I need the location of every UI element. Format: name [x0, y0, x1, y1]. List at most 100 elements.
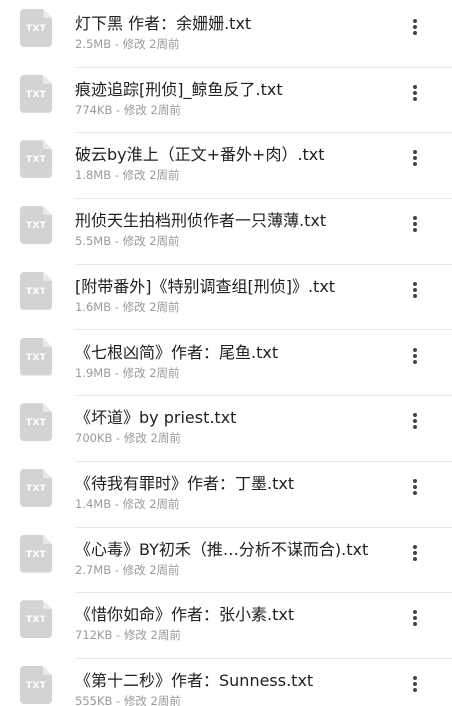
file-name: 痕迹追踪[刑侦]_鲸鱼反了.txt — [75, 79, 283, 99]
file-modified: 修改 2周前 — [122, 234, 180, 249]
file-row[interactable]: TXT 《坏道》by priest.txt 700KB - 修改 2周前 — [0, 396, 452, 462]
dot — [413, 413, 417, 418]
file-type-label: TXT — [25, 155, 47, 166]
file-row[interactable]: TXT 《待我有罪时》作者：丁墨.txt 1.4MB - 修改 2周前 — [0, 462, 452, 528]
dot — [413, 281, 417, 286]
file-name: 《第十二秒》作者：Sunness.txt — [75, 671, 314, 690]
file-name: 《心毒》BY初禾（推…分析不谋而合).txt — [75, 539, 369, 559]
file-size: 1.4MB — [75, 496, 112, 511]
txt-file-icon: TXT — [20, 666, 52, 704]
file-type-label: TXT — [25, 549, 47, 560]
file-type-label: TXT — [25, 681, 47, 691]
file-fold-corner — [43, 9, 52, 18]
file-fold-corner — [43, 468, 52, 478]
dot — [413, 25, 417, 29]
file-row[interactable]: TXT [附带番外]《特别调查组[刑侦]》.txt 1.6MB - 修改 2周前 — [0, 265, 452, 331]
dot — [413, 31, 417, 35]
file-type-label: TXT — [25, 24, 47, 34]
file-fold-corner — [43, 600, 52, 610]
file-modified: 修改 2周前 — [122, 37, 180, 51]
file-fold-corner — [43, 140, 52, 150]
file-modified: 修改 2周前 — [123, 694, 181, 706]
file-name: 灯下黑 作者：余姗姗.txt — [75, 14, 252, 33]
dot — [413, 162, 417, 167]
dot — [413, 359, 417, 364]
meta-separator: - — [112, 102, 124, 117]
file-row[interactable]: TXT 破云by淮上（正文+番外+肉）.txt 1.8MB - 修改 2周前 — [0, 133, 452, 200]
more-options-icon[interactable] — [402, 408, 428, 434]
file-meta: 555KB - 修改 2周前 — [75, 693, 181, 706]
file-row[interactable]: TXT 灯下黑 作者：余姗姗.txt 2.5MB - 修改 2周前 — [0, 2, 452, 68]
file-modified: 修改 2周前 — [122, 365, 180, 380]
dot — [413, 156, 417, 161]
file-meta: 1.8MB - 修改 2周前 — [75, 167, 180, 183]
file-type-label: TXT — [25, 286, 47, 297]
more-options-icon[interactable] — [402, 211, 428, 237]
file-size: 1.8MB — [75, 168, 112, 183]
file-size: 5.5MB — [75, 234, 112, 249]
meta-separator: - — [111, 234, 123, 249]
file-type-label: TXT — [25, 89, 47, 100]
file-name: 《待我有罪时》作者：丁墨.txt — [75, 473, 295, 493]
dot — [413, 228, 417, 233]
file-fold-corner — [43, 403, 52, 413]
file-modified: 修改 2周前 — [122, 299, 180, 314]
dot — [413, 353, 417, 358]
file-size: 2.5MB — [75, 37, 112, 51]
more-options-icon[interactable] — [402, 605, 428, 631]
txt-file-icon: TXT — [20, 468, 52, 507]
txt-file-icon: TXT — [20, 206, 52, 245]
file-type-label: TXT — [25, 221, 47, 232]
more-options-icon[interactable] — [402, 14, 428, 40]
file-row[interactable]: TXT 《七根凶简》作者：尾鱼.txt 1.9MB - 修改 2周前 — [0, 331, 452, 397]
file-type-label: TXT — [25, 483, 47, 494]
file-row[interactable]: TXT 《心毒》BY初禾（推…分析不谋而合).txt 2.7MB - 修改 2周前 — [0, 528, 452, 594]
file-row[interactable]: TXT 《第十二秒》作者：Sunness.txt 555KB - 修改 2周前 — [0, 659, 452, 706]
more-options-icon[interactable] — [402, 80, 428, 106]
dot — [413, 150, 417, 155]
dot — [413, 425, 417, 430]
dot — [413, 419, 417, 424]
file-meta: 774KB - 修改 2周前 — [75, 102, 181, 118]
file-row[interactable]: TXT 刑侦天生拍档刑侦作者一只薄薄.txt 5.5MB - 修改 2周前 — [0, 199, 452, 265]
dot — [413, 622, 417, 627]
dot — [413, 347, 417, 352]
file-modified: 修改 2周前 — [122, 562, 180, 577]
file-type-label: TXT — [25, 418, 47, 429]
more-options-icon[interactable] — [402, 343, 428, 369]
more-options-icon[interactable] — [402, 145, 428, 171]
meta-separator: - — [112, 694, 124, 706]
file-type-label: TXT — [25, 615, 47, 626]
file-row[interactable]: TXT 痕迹追踪[刑侦]_鲸鱼反了.txt 774KB - 修改 2周前 — [0, 68, 452, 134]
more-options-icon[interactable] — [402, 474, 428, 500]
file-list: TXT 灯下黑 作者：余姗姗.txt 2.5MB - 修改 2周前 TXT 痕迹追踪[刑… — [0, 0, 452, 706]
file-size: 712KB — [75, 628, 113, 643]
dot — [413, 688, 417, 692]
meta-separator: - — [111, 37, 123, 51]
file-name: 刑侦天生拍档刑侦作者一只薄薄.txt — [75, 211, 327, 231]
file-row[interactable]: TXT 《惜你如命》作者：张小素.txt 712KB - 修改 2周前 — [0, 593, 452, 659]
more-options-icon[interactable] — [402, 277, 428, 303]
file-fold-corner — [43, 74, 52, 84]
file-type-label: TXT — [25, 352, 47, 363]
file-size: 1.9MB — [75, 365, 112, 380]
dot — [413, 90, 417, 95]
dot — [413, 96, 417, 101]
dot — [413, 550, 417, 555]
dot — [413, 610, 417, 615]
meta-separator: - — [112, 431, 124, 446]
txt-file-icon: TXT — [20, 271, 52, 310]
txt-file-icon: TXT — [20, 337, 52, 376]
txt-file-icon: TXT — [20, 600, 52, 639]
file-modified: 修改 2周前 — [123, 102, 181, 117]
txt-file-icon: TXT — [20, 140, 52, 179]
txt-file-icon: TXT — [20, 534, 52, 573]
file-meta: 2.7MB - 修改 2周前 — [75, 562, 180, 578]
more-options-icon[interactable] — [402, 671, 428, 697]
file-fold-corner — [43, 206, 52, 216]
file-name: 破云by淮上（正文+番外+肉）.txt — [75, 145, 325, 165]
file-fold-corner — [43, 534, 52, 544]
dot — [413, 293, 417, 298]
meta-separator: - — [112, 628, 124, 643]
more-options-icon[interactable] — [402, 540, 428, 566]
